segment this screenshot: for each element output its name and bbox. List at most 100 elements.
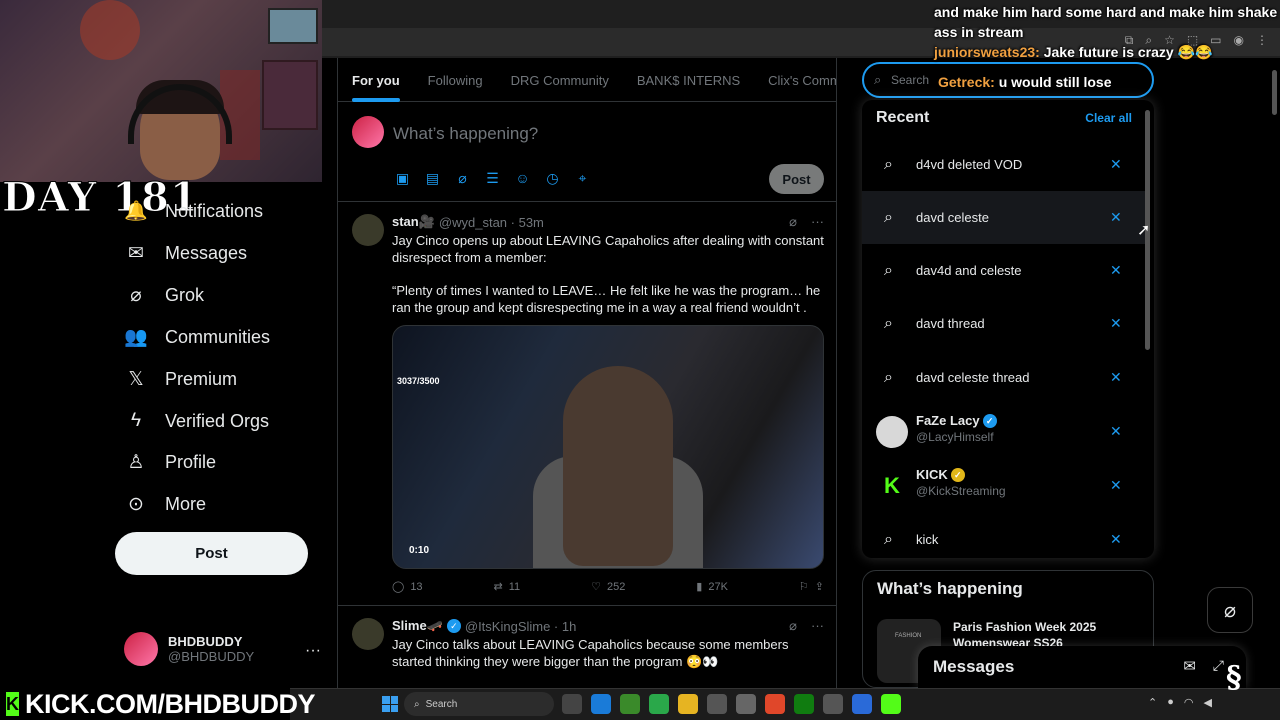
search-icon: ⌕	[884, 530, 893, 548]
expand-icon[interactable]: ⤢	[1213, 657, 1224, 674]
chat-text: Jake future is crazy 😂😂	[1043, 44, 1213, 60]
verified-badge-icon: ✓	[446, 619, 461, 633]
recent-search-item[interactable]: ⌕ davd celeste thread ✕	[862, 351, 1148, 404]
more-icon[interactable]: ···	[811, 214, 824, 230]
nav-item-more[interactable]: ⊙ More	[125, 493, 206, 515]
schedule-icon[interactable]: ◷	[544, 170, 561, 187]
location-icon[interactable]: ⌖	[574, 170, 591, 187]
page-scrollbar[interactable]	[1272, 70, 1277, 115]
like-button[interactable]: ♡ 252	[591, 580, 625, 594]
task-view-icon[interactable]	[562, 694, 582, 714]
grok-icon[interactable]: ⌀	[454, 170, 471, 187]
settings-icon[interactable]	[707, 694, 727, 714]
more-icon[interactable]: ···	[811, 618, 824, 634]
reply-button[interactable]: ◯ 13	[392, 580, 423, 594]
recent-search-item[interactable]: ⌕ dav4d and celeste ✕	[862, 244, 1148, 297]
chrome-icon[interactable]	[765, 694, 785, 714]
recent-user-item[interactable]: FaZe Lacy ✓ @LacyHimself ✕	[862, 405, 1148, 458]
nav-item-grok[interactable]: ⌀ Grok	[125, 284, 204, 306]
tweet[interactable]: stan🎥 @wyd_stan · 53m ⌀ ··· Jay Cinco op…	[338, 202, 836, 606]
store-icon[interactable]	[736, 694, 756, 714]
nav-item-profile[interactable]: ♙ Profile	[125, 451, 216, 473]
mouse-cursor-icon: ➚	[1137, 222, 1151, 239]
nav-item-messages[interactable]: ✉ Messages	[125, 242, 247, 264]
gif-icon[interactable]: ▤	[424, 170, 441, 187]
remove-icon[interactable]: ✕	[1110, 477, 1122, 494]
remove-icon[interactable]: ✕	[1110, 315, 1122, 332]
tab-following[interactable]: Following	[414, 58, 497, 102]
new-message-icon[interactable]: ✉	[1183, 657, 1196, 675]
reply-icon: ◯	[392, 581, 405, 593]
share-actions: ⚐ ⇪	[799, 580, 824, 593]
recent-search-item[interactable]: ⌕ kick ✕	[862, 513, 1148, 558]
tweet-author-handle[interactable]: @ItsKingSlime · 1h	[465, 619, 576, 634]
avatar[interactable]	[352, 214, 384, 246]
remove-icon[interactable]: ✕	[1110, 262, 1122, 279]
poll-icon[interactable]: ☰	[484, 170, 501, 187]
recent-search-item[interactable]: ⌕ davd celeste ✕	[862, 191, 1148, 244]
avatar[interactable]	[352, 618, 384, 650]
grok-fab-icon[interactable]: ⌀	[1207, 587, 1253, 633]
bookmark-icon[interactable]: ⚐	[799, 580, 809, 593]
wifi-icon[interactable]: ◠	[1184, 696, 1194, 709]
tweet-video[interactable]: 3037/3500 0:10	[392, 325, 824, 569]
views-button[interactable]: ▮ 27K	[696, 580, 728, 594]
chevron-up-icon[interactable]: ⌃	[1148, 696, 1157, 709]
chart-icon: ▮	[696, 581, 703, 593]
tweet-author-name[interactable]: stan🎥	[392, 214, 435, 230]
nvidia-icon[interactable]	[620, 694, 640, 714]
nav-item-verified-orgs[interactable]: ϟ Verified Orgs	[125, 410, 269, 432]
clear-all-button[interactable]: Clear all	[1085, 111, 1132, 125]
account-more-icon[interactable]: ···	[305, 642, 321, 660]
compose-avatar	[352, 116, 384, 148]
image-icon[interactable]: ▣	[394, 170, 411, 187]
nav-label: Verified Orgs	[165, 410, 270, 431]
remove-icon[interactable]: ✕	[1110, 369, 1122, 386]
compose-input[interactable]: What’s happening?	[393, 124, 538, 144]
streamer-logo-icon: §	[1226, 660, 1242, 695]
grok-icon[interactable]: ⌀	[789, 618, 797, 634]
nav-item-premium[interactable]: 𝕏 Premium	[125, 368, 237, 390]
tab-drg-community[interactable]: DRG Community	[497, 58, 623, 102]
lightning-icon: ϟ	[130, 410, 142, 431]
grok-icon[interactable]: ⌀	[789, 214, 797, 230]
heart-icon: ♡	[591, 581, 601, 593]
remove-icon[interactable]: ✕	[1110, 423, 1122, 440]
volume-icon[interactable]: ◀	[1203, 696, 1211, 709]
recent-query: davd celeste thread	[916, 370, 1030, 385]
recent-search-item[interactable]: ⌕ d4vd deleted VOD ✕	[862, 138, 1148, 191]
edge-icon[interactable]	[591, 694, 611, 714]
app-icon[interactable]	[852, 694, 872, 714]
nav-item-communities[interactable]: 👥 Communities	[124, 326, 270, 349]
repost-button[interactable]: ⇄ 11	[494, 580, 521, 594]
mic-icon[interactable]: ●	[1167, 696, 1174, 709]
tab-for-you[interactable]: For you	[338, 58, 414, 102]
remove-icon[interactable]: ✕	[1110, 531, 1122, 548]
spreadsheet-icon[interactable]	[649, 694, 669, 714]
remove-icon[interactable]: ✕	[1110, 156, 1122, 173]
post-button[interactable]: Post	[115, 532, 308, 575]
steam-icon[interactable]	[823, 694, 843, 714]
tweet-author-handle[interactable]: @wyd_stan · 53m	[439, 215, 544, 230]
folder-icon[interactable]	[678, 694, 698, 714]
messages-dock[interactable]: Messages ✉ ⤢	[918, 646, 1246, 688]
nav-item-notifications[interactable]: 🔔 Notifications	[124, 200, 263, 223]
recent-query: davd thread	[916, 316, 985, 331]
tab-clix-community[interactable]: Clix's Commu	[754, 58, 836, 102]
recent-user-handle: @KickStreaming	[916, 484, 1006, 498]
kick-app-icon[interactable]	[881, 694, 901, 714]
share-icon[interactable]: ⇪	[815, 580, 824, 593]
recent-user-item[interactable]: K KICK ✓ @KickStreaming ✕	[862, 459, 1148, 512]
account-switcher[interactable]: BHDBUDDY @BHDBUDDY	[124, 632, 254, 666]
compose-post-button[interactable]: Post	[769, 164, 824, 194]
windows-start-icon[interactable]	[382, 696, 398, 712]
taskbar-search[interactable]: ⌕ Search	[404, 692, 554, 716]
emoji-icon[interactable]: ☺	[514, 170, 531, 187]
tab-banks-interns[interactable]: BANK$ INTERNS	[623, 58, 754, 102]
tweet-author-name[interactable]: Slime🛹	[392, 618, 443, 634]
more-circle-icon: ⊙	[128, 493, 144, 515]
remove-icon[interactable]: ✕	[1110, 209, 1122, 226]
recent-search-item[interactable]: ⌕ davd thread ✕	[862, 297, 1148, 350]
tweet[interactable]: Slime🛹 ✓ @ItsKingSlime · 1h ⌀ ··· Jay Ci…	[338, 606, 836, 688]
xbox-icon[interactable]	[794, 694, 814, 714]
